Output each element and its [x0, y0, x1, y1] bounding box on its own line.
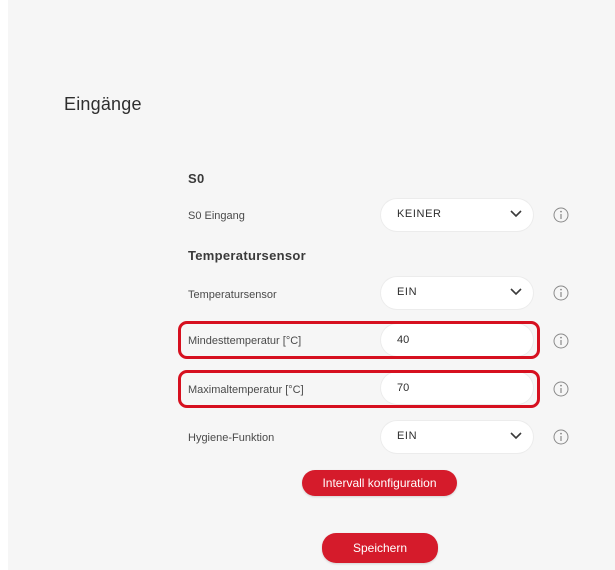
info-icon[interactable]: [553, 333, 569, 349]
interval-configuration-button[interactable]: Intervall konfiguration: [302, 470, 457, 496]
chevron-down-icon: [510, 288, 522, 296]
section-title-temperature: Temperatursensor: [188, 248, 306, 263]
hygiene-function-label: Hygiene-Funktion: [188, 432, 275, 444]
save-button[interactable]: Speichern: [322, 533, 438, 563]
temperature-sensor-label: Temperatursensor: [188, 289, 277, 301]
info-icon[interactable]: [553, 285, 569, 301]
info-icon[interactable]: [553, 207, 569, 223]
section-title-s0: S0: [188, 171, 205, 186]
highlight-box-max-temperature: [178, 370, 540, 408]
hygiene-function-select[interactable]: EIN: [381, 421, 533, 453]
temperature-sensor-select[interactable]: EIN: [381, 277, 533, 309]
info-icon[interactable]: [553, 429, 569, 445]
chevron-down-icon: [510, 210, 522, 218]
chevron-down-icon: [510, 432, 522, 440]
temperature-sensor-value: EIN: [397, 286, 418, 298]
info-icon[interactable]: [553, 381, 569, 397]
highlight-box-min-temperature: [178, 321, 540, 359]
s0-input-select[interactable]: KEINER: [381, 199, 533, 231]
s0-input-value: KEINER: [397, 208, 442, 220]
hygiene-function-value: EIN: [397, 430, 418, 442]
s0-input-label: S0 Eingang: [188, 210, 245, 222]
page-title: Eingänge: [64, 94, 142, 114]
